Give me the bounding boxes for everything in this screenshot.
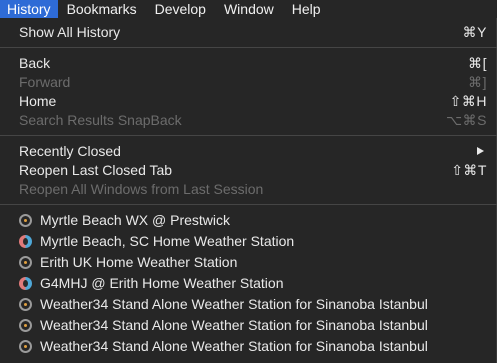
separator bbox=[0, 204, 497, 205]
item-label: Forward bbox=[19, 74, 71, 90]
submenu-arrow-icon bbox=[477, 147, 484, 155]
recently-closed-item[interactable]: Recently Closed bbox=[0, 141, 497, 161]
item-label: Weather34 Stand Alone Weather Station fo… bbox=[40, 338, 428, 354]
item-shortcut: ⌘] bbox=[468, 74, 487, 90]
weather-station-icon bbox=[19, 235, 32, 248]
item-label: Show All History bbox=[19, 24, 121, 40]
weather34-icon bbox=[19, 298, 32, 311]
menu-help[interactable]: Help bbox=[283, 0, 330, 18]
reopen-all-windows-item: Reopen All Windows from Last Session bbox=[0, 179, 497, 199]
show-all-history-item[interactable]: Show All History ⌘Y bbox=[0, 22, 497, 42]
history-item[interactable]: Erith UK Home Weather Station bbox=[0, 252, 497, 272]
item-label: Weather34 Stand Alone Weather Station fo… bbox=[40, 317, 428, 333]
item-shortcut: ⌘Y bbox=[462, 24, 487, 40]
item-label: Reopen All Windows from Last Session bbox=[19, 181, 264, 197]
item-shortcut: ⇧⌘T bbox=[451, 162, 487, 178]
snapback-item: Search Results SnapBack ⌥⌘S bbox=[0, 110, 497, 130]
history-item[interactable]: Myrtle Beach, SC Home Weather Station bbox=[0, 231, 497, 251]
menu-bar: History Bookmarks Develop Window Help bbox=[0, 0, 497, 18]
weather34-icon bbox=[19, 256, 32, 269]
home-item[interactable]: Home ⇧⌘H bbox=[0, 91, 497, 111]
item-label: Recently Closed bbox=[19, 143, 121, 159]
menu-develop[interactable]: Develop bbox=[146, 0, 215, 18]
item-shortcut: ⌘[ bbox=[468, 55, 487, 71]
history-item[interactable]: Weather34 Stand Alone Weather Station fo… bbox=[0, 336, 497, 356]
item-shortcut: ⌥⌘S bbox=[446, 112, 487, 128]
menu-bookmarks[interactable]: Bookmarks bbox=[58, 0, 146, 18]
item-label: Back bbox=[19, 55, 51, 71]
item-label: Search Results SnapBack bbox=[19, 112, 182, 128]
reopen-last-closed-tab-item[interactable]: Reopen Last Closed Tab ⇧⌘T bbox=[0, 160, 497, 180]
separator bbox=[0, 135, 497, 136]
item-label: Myrtle Beach, SC Home Weather Station bbox=[40, 233, 295, 249]
history-item[interactable]: Weather34 Stand Alone Weather Station fo… bbox=[0, 315, 497, 335]
separator bbox=[0, 47, 497, 48]
weather-station-icon bbox=[19, 277, 32, 290]
history-item[interactable]: G4MHJ @ Erith Home Weather Station bbox=[0, 273, 497, 293]
weather34-icon bbox=[19, 340, 32, 353]
item-shortcut: ⇧⌘H bbox=[449, 93, 487, 109]
weather34-icon bbox=[19, 214, 32, 227]
back-item[interactable]: Back ⌘[ bbox=[0, 53, 497, 73]
history-item[interactable]: Myrtle Beach WX @ Prestwick bbox=[0, 210, 497, 230]
item-label: Home bbox=[19, 93, 57, 109]
item-label: Myrtle Beach WX @ Prestwick bbox=[40, 212, 231, 228]
menu-history[interactable]: History bbox=[0, 0, 58, 18]
item-label: Erith UK Home Weather Station bbox=[40, 254, 238, 270]
item-label: Reopen Last Closed Tab bbox=[19, 162, 173, 178]
forward-item: Forward ⌘] bbox=[0, 72, 497, 92]
history-dropdown: Show All History ⌘Y Back ⌘[ Forward ⌘] H… bbox=[0, 18, 497, 363]
item-label: Weather34 Stand Alone Weather Station fo… bbox=[40, 296, 428, 312]
item-label: G4MHJ @ Erith Home Weather Station bbox=[40, 275, 284, 291]
menu-window[interactable]: Window bbox=[215, 0, 283, 18]
history-item[interactable]: Weather34 Stand Alone Weather Station fo… bbox=[0, 294, 497, 314]
weather34-icon bbox=[19, 319, 32, 332]
